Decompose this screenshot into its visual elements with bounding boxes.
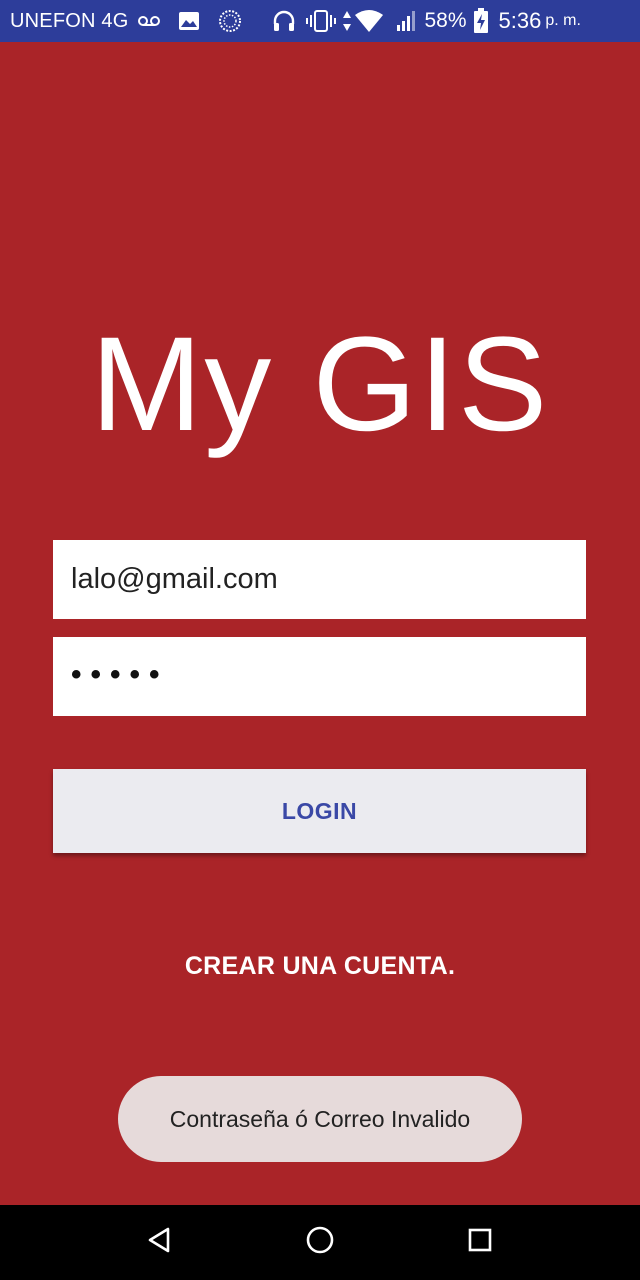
image-icon	[178, 11, 200, 31]
navigation-bar	[0, 1205, 640, 1280]
data-arrows-icon	[342, 10, 352, 32]
password-masked-value: •••••	[71, 657, 169, 691]
home-button[interactable]	[280, 1205, 360, 1280]
login-button[interactable]: LOGIN	[53, 769, 586, 853]
app-title: My GIS	[90, 310, 550, 459]
headphones-icon	[272, 10, 296, 32]
status-bar: UNEFON 4G 58% 5:36 p. m.	[0, 0, 640, 42]
recents-icon	[467, 1227, 493, 1258]
toast-message: Contraseña ó Correo Invalido	[169, 1105, 471, 1132]
back-icon	[146, 1226, 174, 1259]
password-field[interactable]: •••••	[53, 637, 586, 716]
home-icon	[305, 1225, 335, 1260]
carrier-label: UNEFON 4G	[10, 9, 129, 32]
email-value: lalo@gmail.com	[71, 563, 278, 595]
wifi-icon	[354, 9, 384, 33]
recents-button[interactable]	[440, 1205, 520, 1280]
email-field[interactable]: lalo@gmail.com	[53, 540, 586, 619]
battery-percent: 58%	[424, 9, 467, 32]
clock-time: 5:36	[498, 8, 542, 33]
voicemail-icon	[138, 15, 161, 27]
battery-icon	[473, 8, 489, 34]
vibrate-icon	[306, 9, 337, 33]
login-screen: UNEFON 4G 58% 5:36 p. m. My GIS lalo@gma…	[0, 0, 640, 1280]
back-button[interactable]	[120, 1205, 200, 1280]
create-account-link[interactable]: CREAR UNA CUENTA.	[0, 952, 640, 981]
error-toast: Contraseña ó Correo Invalido	[118, 1076, 522, 1162]
signal-icon	[396, 10, 416, 32]
sync-icon	[218, 9, 242, 33]
clock-suffix: p. m.	[545, 12, 581, 29]
